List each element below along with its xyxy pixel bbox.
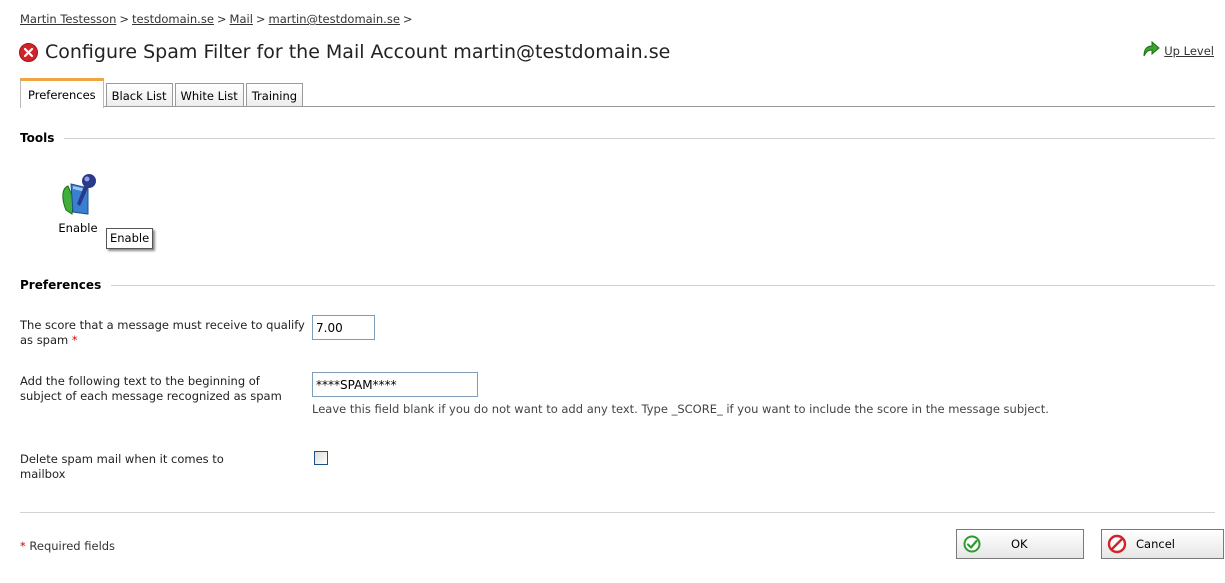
tab-preferences[interactable]: Preferences [20,78,104,108]
footer-divider [20,512,1215,513]
delete-spam-checkbox[interactable] [314,451,328,465]
ok-button-label: OK [1011,537,1028,551]
tab-training[interactable]: Training [245,83,304,107]
breadcrumb-separator: > [255,12,266,26]
check-circle-icon [961,533,983,555]
score-field-label: The score that a message must receive to… [20,318,305,348]
tools-section-header: Tools [20,131,1215,145]
up-level-arrow-icon [1141,40,1161,61]
breadcrumb-domain-link[interactable]: testdomain.se [132,12,214,26]
breadcrumb-separator: > [119,12,130,26]
tab-white-list[interactable]: White List [174,83,244,107]
subject-field-hint: Leave this field blank if you do not wan… [312,402,1049,416]
required-fields-text: Required fields [29,539,116,553]
enable-tooltip: Enable [106,228,154,249]
enable-spam-filter-icon [58,172,98,216]
page-header: Configure Spam Filter for the Mail Accou… [19,38,670,66]
score-label-text: The score that a message must receive to… [20,318,305,347]
preferences-section-title: Preferences [20,278,102,292]
breadcrumb-separator: > [402,12,413,26]
cancel-button[interactable]: Cancel [1101,529,1224,559]
breadcrumb-separator: > [216,12,227,26]
subject-prefix-input[interactable] [312,372,478,397]
enable-tool-label: Enable [58,221,98,235]
cancel-button-label: Cancel [1136,537,1175,551]
breadcrumb-user-link[interactable]: Martin Testesson [20,12,116,26]
tab-bar: Preferences Black List White List Traini… [20,76,305,108]
tab-divider [20,106,1215,107]
red-x-circle-icon [19,42,38,62]
required-fields-note: * Required fields [20,539,115,553]
section-rule [64,137,1215,139]
enable-tool-button[interactable]: Enable [52,172,104,235]
delete-spam-label: Delete spam mail when it comes to mailbo… [20,452,224,481]
section-rule [111,284,1215,286]
subject-field-label: Add the following text to the beginning … [20,374,282,403]
tab-black-list[interactable]: Black List [105,83,173,107]
up-level-link[interactable]: Up Level [1141,40,1214,61]
required-mark: * [20,539,26,553]
breadcrumb: Martin Testesson > testdomain.se > Mail > mart… [20,12,416,26]
ok-button[interactable]: OK [956,529,1084,559]
required-mark: * [71,333,78,347]
breadcrumb-mail-link[interactable]: Mail [230,12,253,26]
spam-score-input[interactable] [312,315,375,340]
tools-section-title: Tools [20,131,55,145]
cancel-circle-icon [1106,533,1128,555]
preferences-section-header: Preferences [20,278,1215,292]
page-title: Configure Spam Filter for the Mail Accou… [45,41,671,63]
breadcrumb-account-link[interactable]: martin@testdomain.se [269,12,400,26]
up-level-label[interactable]: Up Level [1164,44,1214,58]
